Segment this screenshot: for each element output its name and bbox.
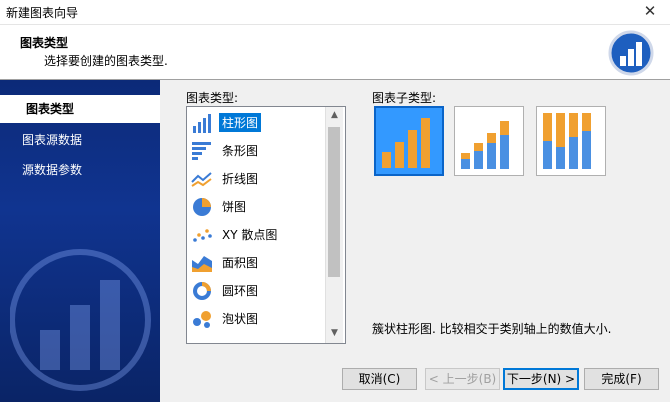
chart-logo-icon	[608, 30, 654, 76]
scroll-up-icon[interactable]: ▲	[326, 107, 343, 124]
header-subtitle: 选择要创建的图表类型.	[44, 54, 168, 68]
scatter-chart-icon	[193, 228, 212, 242]
step-source-data[interactable]: 图表源数据	[0, 126, 160, 154]
list-item-label: 面积图	[222, 256, 259, 270]
subtype-percent-stacked-column[interactable]	[536, 106, 606, 176]
header-title: 图表类型	[20, 36, 69, 50]
scroll-down-icon[interactable]: ▼	[326, 325, 343, 342]
cancel-button[interactable]: 取消(C)	[342, 368, 417, 390]
column-chart-icon	[193, 113, 211, 133]
clustered-column-icon	[382, 118, 430, 168]
doughnut-chart-icon	[193, 281, 211, 300]
percent-stacked-column-icon	[543, 113, 591, 169]
list-item-label: 泡状图	[222, 312, 259, 326]
close-icon[interactable]: ✕	[640, 2, 660, 20]
chart-type-list[interactable]: 柱形图 条形图 折线图 饼图 XY 散点图 面积图 圆环图 泡状图 ▲ ▼	[186, 106, 346, 344]
area-chart-icon	[192, 255, 212, 272]
list-item-bar[interactable]: 条形图	[189, 137, 325, 164]
back-button[interactable]: < 上一步(B)	[425, 368, 500, 390]
list-item-label: 柱形图	[219, 113, 262, 132]
list-item-pie[interactable]: 饼图	[189, 193, 325, 220]
list-item-scatter[interactable]: XY 散点图	[189, 221, 325, 248]
chart-subtype-label: 图表子类型:	[372, 91, 437, 105]
pie-chart-icon	[193, 197, 211, 216]
list-item-label: XY 散点图	[222, 228, 278, 242]
list-item-area[interactable]: 面积图	[189, 249, 325, 276]
chart-watermark-icon	[10, 249, 151, 391]
scroll-thumb[interactable]	[328, 127, 340, 277]
list-item-label: 条形图	[222, 144, 259, 158]
list-item-doughnut[interactable]: 圆环图	[189, 277, 325, 304]
step-chart-type[interactable]: 图表类型	[0, 95, 160, 123]
bar-chart-icon	[192, 141, 211, 160]
chart-type-label: 图表类型:	[186, 91, 239, 105]
title-bar: 新建图表向导 ✕	[0, 0, 670, 25]
bubble-chart-icon	[193, 310, 211, 328]
subtype-stacked-column[interactable]	[454, 106, 524, 176]
finish-button[interactable]: 完成(F)	[584, 368, 659, 390]
list-item-bubble[interactable]: 泡状图	[189, 305, 325, 332]
list-item-label: 圆环图	[222, 284, 259, 298]
step-source-params[interactable]: 源数据参数	[0, 156, 160, 184]
list-item-line[interactable]: 折线图	[189, 165, 325, 192]
subtype-description: 簇状柱形图. 比较相交于类别轴上的数值大小.	[372, 322, 612, 336]
main-panel: 图表类型: 图表子类型: 柱形图 条形图 折线图 饼图 XY 散点图 面积图 圆…	[160, 80, 670, 402]
line-chart-icon	[191, 171, 212, 187]
next-button[interactable]: 下一步(N) >	[503, 368, 579, 390]
subtype-clustered-column[interactable]	[374, 106, 444, 176]
list-item-column[interactable]: 柱形图	[189, 109, 325, 136]
list-item-label: 折线图	[222, 172, 259, 186]
list-item-label: 饼图	[222, 200, 247, 214]
stacked-column-icon	[461, 121, 509, 169]
window-title: 新建图表向导	[6, 6, 79, 20]
list-scrollbar[interactable]: ▲ ▼	[325, 107, 343, 343]
wizard-steps-sidebar: 图表类型 图表源数据 源数据参数	[0, 80, 160, 402]
wizard-header: 图表类型 选择要创建的图表类型.	[0, 25, 670, 80]
